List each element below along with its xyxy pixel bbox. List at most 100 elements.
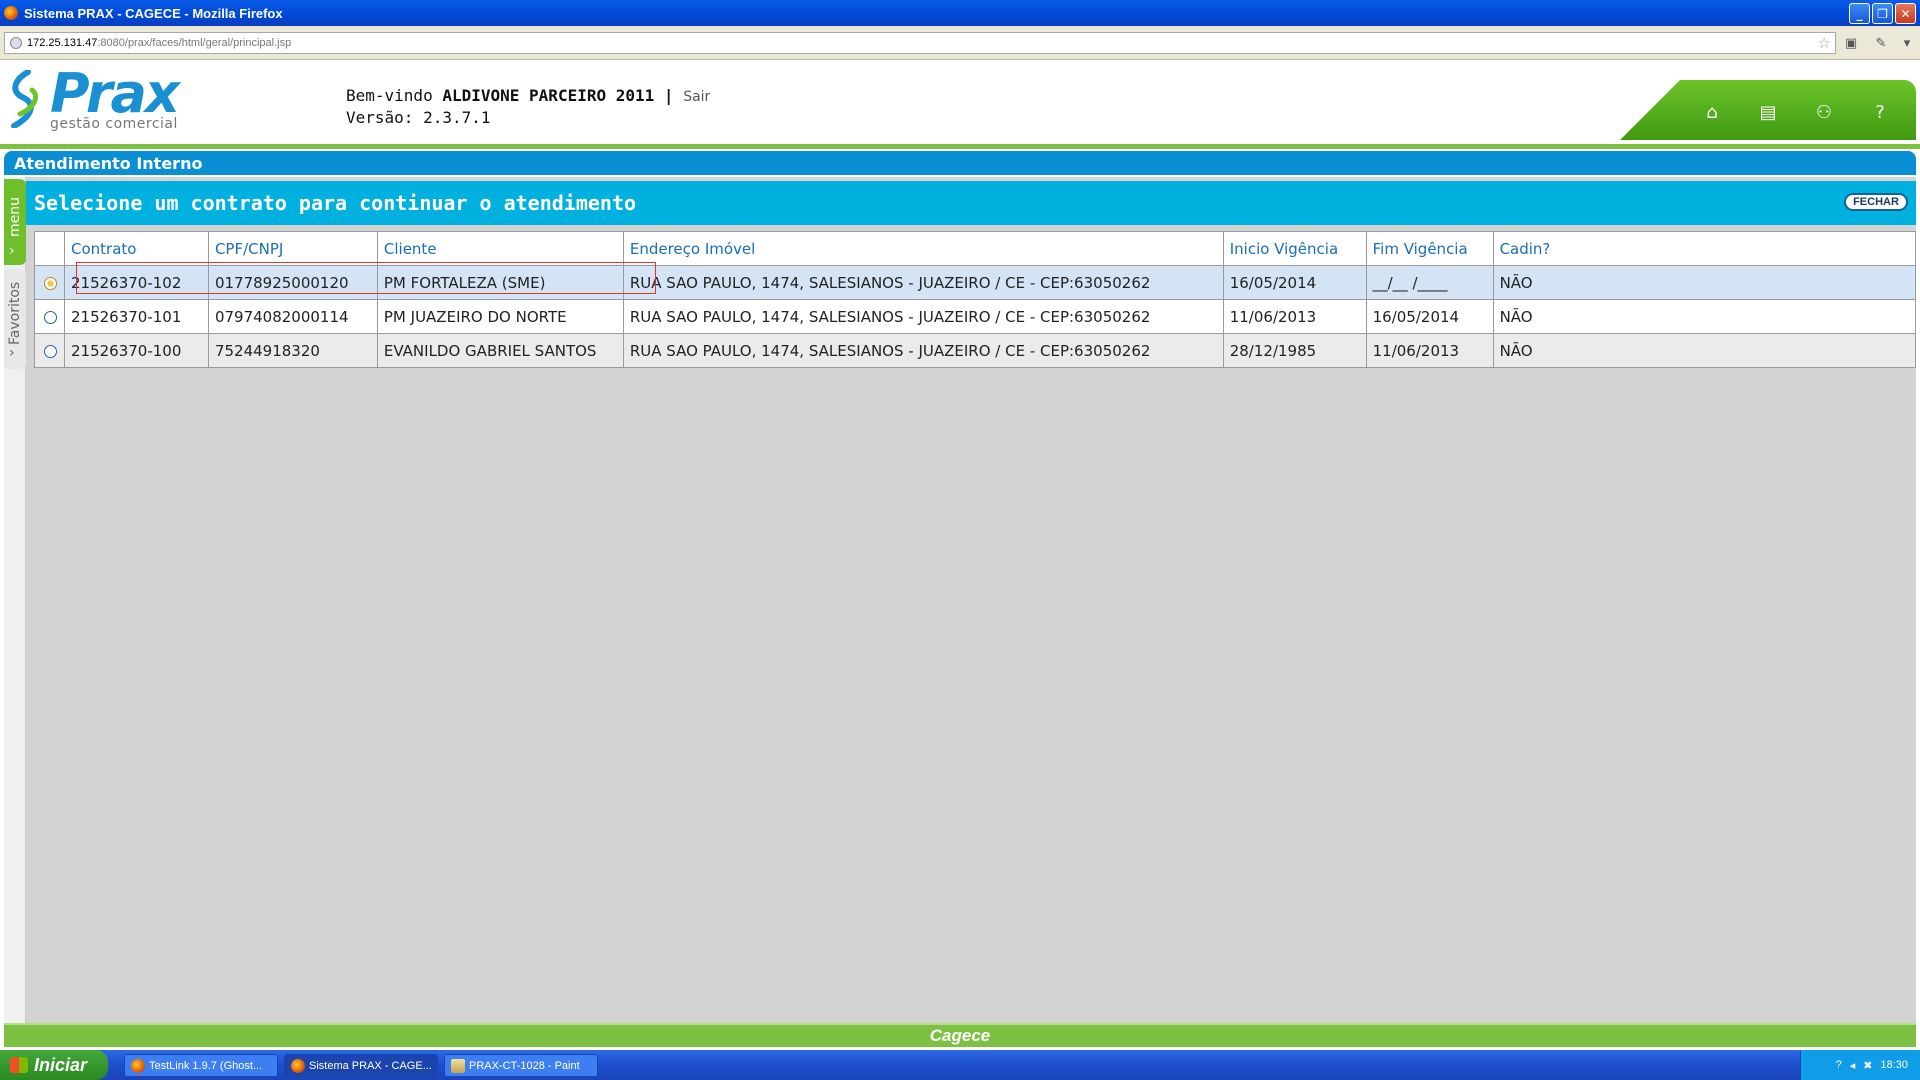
section-title: Atendimento Interno [4,151,1916,175]
endereco-cell: RUA SAO PAULO, 1474, SALESIANOS - JUAZEI… [622,265,1224,300]
endereco-cell: RUA SAO PAULO, 1474, SALESIANOS - JUAZEI… [622,299,1224,334]
cadin-cell: NÃO [1492,265,1917,300]
chevron-right-icon: › [9,243,15,259]
footer-bar: Cagece [4,1023,1916,1047]
table-row[interactable]: 21526370-100 75244918320 EVANILDO GABRIE… [34,333,1917,368]
start-button[interactable]: Iniciar [0,1050,108,1080]
column-header-inicio[interactable]: Inicio Vigência [1222,231,1367,266]
menu-dropdown-icon[interactable]: ▾ [1898,34,1916,52]
help-icon[interactable]: ? [1868,100,1892,124]
home-icon[interactable]: ⌂ [1700,100,1724,124]
favorites-tab[interactable]: Favoritos › [4,269,26,369]
paint-icon [451,1059,465,1073]
help-tray-icon[interactable]: ? [1836,1059,1842,1071]
row-select-cell [34,299,65,334]
menu-tab-label: menu [7,197,23,237]
firefox-icon [291,1059,305,1073]
panel-header: Selecione um contrato para continuar o a… [26,181,1916,225]
user-name: ALDIVONE PARCEIRO 2011 [442,86,655,105]
bookmark-star-icon[interactable]: ☆ [1818,34,1831,52]
taskbar-item-label: TestLink 1.9.7 (Ghost... [149,1059,263,1072]
contrato-cell: 21526370-100 [63,333,209,368]
window-controls: _ ❐ ✕ [1849,3,1916,24]
column-header-cadin[interactable]: Cadin? [1492,231,1917,266]
favorites-tab-label: Favoritos [7,281,23,345]
url-path: :8080/prax/faces/html/geral/principal.js… [97,37,292,49]
security-tray-icon[interactable]: ✖ [1863,1059,1872,1072]
minimize-button[interactable]: _ [1849,3,1870,24]
addon-icon[interactable]: ▣ [1842,34,1860,52]
logo-swoosh-icon [11,70,38,128]
cpf-cell: 07974082000114 [207,299,378,334]
panel-title: Selecione um contrato para continuar o a… [34,191,637,215]
taskbar-item-label: PRAX-CT-1028 - Paint [469,1059,580,1072]
cliente-cell: PM JUAZEIRO DO NORTE [376,299,624,334]
app-header: Prax gestão comercial Bem-vindo ALDIVONE… [0,60,1920,148]
endereco-cell: RUA SAO PAULO, 1474, SALESIANOS - JUAZEI… [622,333,1224,368]
cliente-cell: PM FORTALEZA (SME) [376,265,624,300]
column-header-endereco[interactable]: Endereço Imóvel [622,231,1224,266]
taskbar-item-label: Sistema PRAX - CAGE... [309,1059,432,1072]
system-tray: ? ◂ ✖ 18:30 [1800,1050,1920,1080]
tools-icon[interactable]: ✎ [1872,34,1890,52]
inicio-cell: 11/06/2013 [1222,299,1367,334]
window-title: Sistema PRAX - CAGECE - Mozilla Firefox [24,5,283,21]
url-input[interactable]: 172.25.131.47 :8080/prax/faces/html/gera… [4,32,1836,54]
logo-subtitle: gestão comercial [50,116,178,132]
windows-logo-icon [10,1057,28,1073]
cadin-cell: NÃO [1492,333,1917,368]
cpf-cell: 01778925000120 [207,265,378,300]
inicio-cell: 28/12/1985 [1222,333,1367,368]
column-header-fim[interactable]: Fim Vigência [1365,231,1494,266]
start-label: Iniciar [34,1054,88,1075]
url-host: 172.25.131.47 [27,37,98,49]
taskbar-item[interactable]: Sistema PRAX - CAGE... [284,1054,438,1077]
close-panel-button[interactable]: FECHAR [1844,193,1908,211]
column-header-contrato[interactable]: Contrato [63,231,209,266]
taskbar-item[interactable]: PRAX-CT-1028 - Paint [444,1054,598,1077]
taskbar: Iniciar TestLink 1.9.7 (Ghost... Sistema… [0,1050,1920,1080]
fim-cell: __/__ /____ [1365,265,1494,300]
version-label: Versão: 2.3.7.1 [346,108,491,127]
row-radio[interactable] [44,344,57,358]
clock: 18:30 [1880,1059,1908,1071]
network-tray-icon[interactable]: ◂ [1850,1059,1856,1072]
footer-brand: Cagece [929,1026,991,1045]
prax-logo: Prax gestão comercial [6,62,196,136]
sitemap-icon[interactable]: ⚇ [1812,100,1836,124]
welcome-prefix: Bem-vindo [346,86,433,105]
cadin-cell: NÃO [1492,299,1917,334]
close-button[interactable]: ✕ [1895,3,1916,24]
header-divider [0,144,1920,149]
firefox-icon [131,1059,145,1073]
cliente-cell: EVANILDO GABRIEL SANTOS [376,333,624,368]
print-icon[interactable]: ▤ [1756,100,1780,124]
chevron-right-icon: › [9,345,15,361]
column-header-cpf[interactable]: CPF/CNPJ [207,231,378,266]
column-header-select [34,231,65,266]
fim-cell: 11/06/2013 [1365,333,1494,368]
maximize-button[interactable]: ❐ [1872,3,1893,24]
menu-tab[interactable]: menu › [4,179,26,265]
contrato-cell: 21526370-102 [63,265,209,300]
contrato-cell: 21526370-101 [63,299,209,334]
table-row[interactable]: 21526370-101 07974082000114 PM JUAZEIRO … [34,299,1917,334]
welcome-line: Bem-vindo ALDIVONE PARCEIRO 2011 | Sair [346,86,710,105]
row-radio[interactable] [44,276,57,290]
firefox-icon [4,6,18,20]
side-tabs: menu › Favoritos › [4,177,26,1023]
fim-cell: 16/05/2014 [1365,299,1494,334]
site-identity-icon[interactable] [10,37,22,49]
table-row[interactable]: 21526370-102 01778925000120 PM FORTALEZA… [34,265,1917,300]
address-bar: 172.25.131.47 :8080/prax/faces/html/gera… [0,26,1920,60]
main-content: Selecione um contrato para continuar o a… [26,177,1917,1023]
inicio-cell: 16/05/2014 [1222,265,1367,300]
row-select-cell [34,333,65,368]
contracts-table: Contrato CPF/CNPJ Cliente Endereço Imóve… [34,231,1917,368]
cpf-cell: 75244918320 [207,333,378,368]
logout-link[interactable]: Sair [683,89,710,105]
taskbar-item[interactable]: TestLink 1.9.7 (Ghost... [124,1054,278,1077]
column-header-cliente[interactable]: Cliente [376,231,624,266]
window-titlebar: Sistema PRAX - CAGECE - Mozilla Firefox … [0,0,1920,26]
row-radio[interactable] [44,310,57,324]
